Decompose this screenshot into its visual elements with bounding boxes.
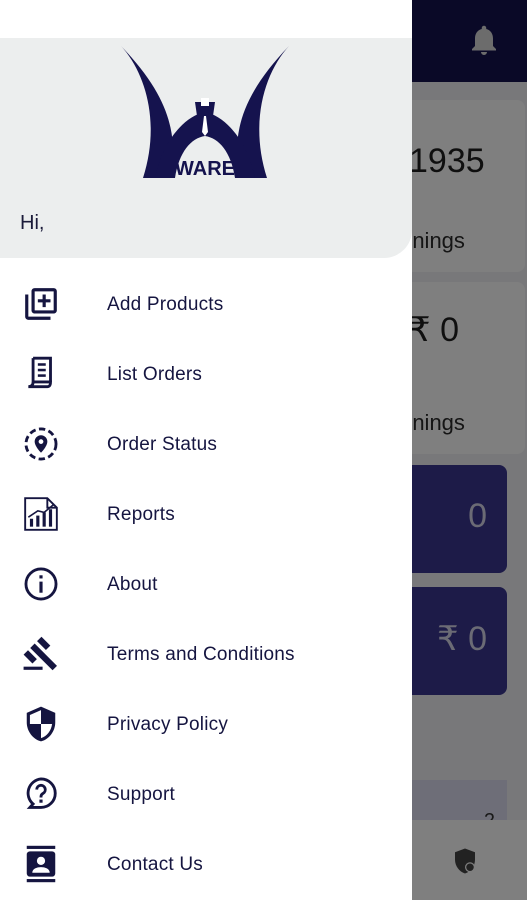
menu-item-order-status[interactable]: Order Status [0,410,412,476]
menu-item-label: Add Products [107,294,224,315]
menu-item-label: Reports [107,504,175,525]
menu-item-label: Contact Us [107,854,203,875]
info-icon [24,567,58,601]
menu-item-contact[interactable]: Contact Us [0,830,412,896]
gavel-icon [23,636,57,671]
menu-item-add-products[interactable]: Add Products [0,270,412,336]
navigation-drawer: WARE Hi, Add Products List Orders Order … [0,0,412,900]
menu-item-support[interactable]: Support [0,760,412,826]
add-products-icon [25,288,57,320]
shield-icon [26,706,56,742]
location-icon [24,427,58,461]
menu-item-terms[interactable]: Terms and Conditions [0,620,412,686]
menu-item-privacy[interactable]: Privacy Policy [0,690,412,756]
ware-logo: WARE [121,46,289,180]
menu-item-label: About [107,574,158,595]
menu-item-label: Order Status [107,434,218,455]
logo-text: WARE [175,158,235,180]
status-bar [0,0,412,38]
greeting-text: Hi, [20,212,45,234]
menu-item-reports[interactable]: Reports [0,480,412,546]
menu-item-label: List Orders [107,364,203,385]
menu-item-about[interactable]: About [0,550,412,616]
drawer-header: WARE Hi, [0,0,412,258]
list-orders-icon [28,356,52,389]
help-icon [26,777,57,809]
menu-item-list-orders[interactable]: List Orders [0,340,412,406]
menu-item-label: Support [107,784,175,805]
reports-icon [24,497,58,531]
contact-icon [26,845,56,883]
menu-item-label: Terms and Conditions [107,644,295,665]
menu-item-label: Privacy Policy [107,714,229,735]
